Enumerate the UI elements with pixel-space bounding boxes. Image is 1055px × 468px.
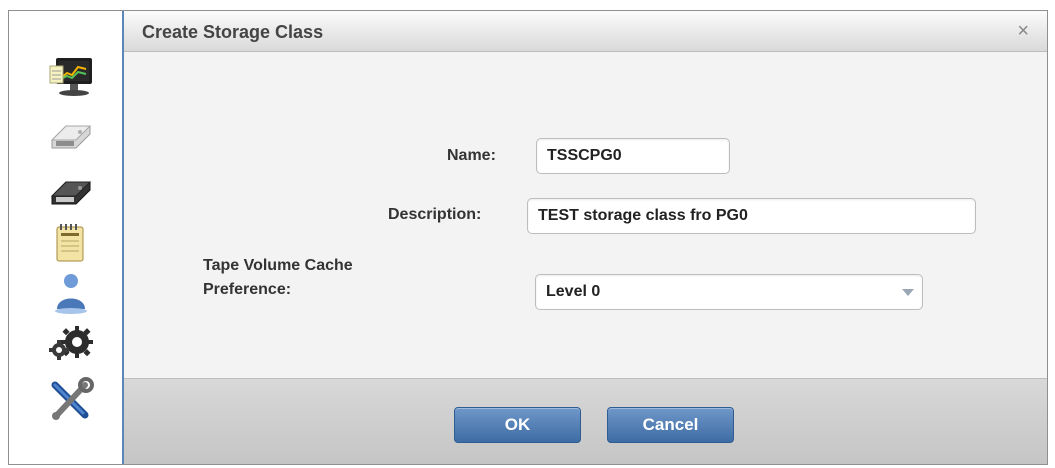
name-label: Name: <box>447 147 496 164</box>
chevron-down-icon <box>902 289 914 296</box>
settings-gears-icon[interactable] <box>47 320 95 368</box>
tape-volume-cache-preference-label: Tape Volume Cache Preference: <box>203 254 353 302</box>
dialog-footer <box>124 378 1047 464</box>
navigation-sidebar <box>9 11 121 463</box>
cache-label-line2: Preference: <box>203 281 292 298</box>
volume-icon[interactable] <box>47 220 95 268</box>
cache-preference-value: Level 0 <box>546 283 601 300</box>
ok-button[interactable]: OK <box>454 407 581 443</box>
cache-preference-select[interactable]: Level 0 <box>535 274 923 310</box>
dialog-title: Create Storage Class <box>142 22 324 42</box>
user-icon[interactable] <box>47 270 95 318</box>
cache-label-line1: Tape Volume Cache <box>203 257 353 274</box>
dialog-body: Name: TSSCPG0 Description: TEST storage … <box>124 52 1047 377</box>
name-field[interactable]: TSSCPG0 <box>536 138 730 174</box>
dialog-header: Create Storage Class × <box>124 11 1047 52</box>
tools-icon[interactable] <box>47 377 95 425</box>
cluster-icon[interactable] <box>47 168 95 216</box>
cancel-button[interactable]: Cancel <box>607 407 734 443</box>
create-storage-class-dialog: Create Storage Class × Name: TSSCPG0 Des… <box>122 11 1047 464</box>
system-icon[interactable] <box>47 112 95 160</box>
description-label: Description: <box>388 206 482 223</box>
monitoring-icon[interactable] <box>47 54 95 102</box>
description-field[interactable]: TEST storage class fro PG0 <box>527 198 976 234</box>
close-icon[interactable]: × <box>1017 20 1029 43</box>
